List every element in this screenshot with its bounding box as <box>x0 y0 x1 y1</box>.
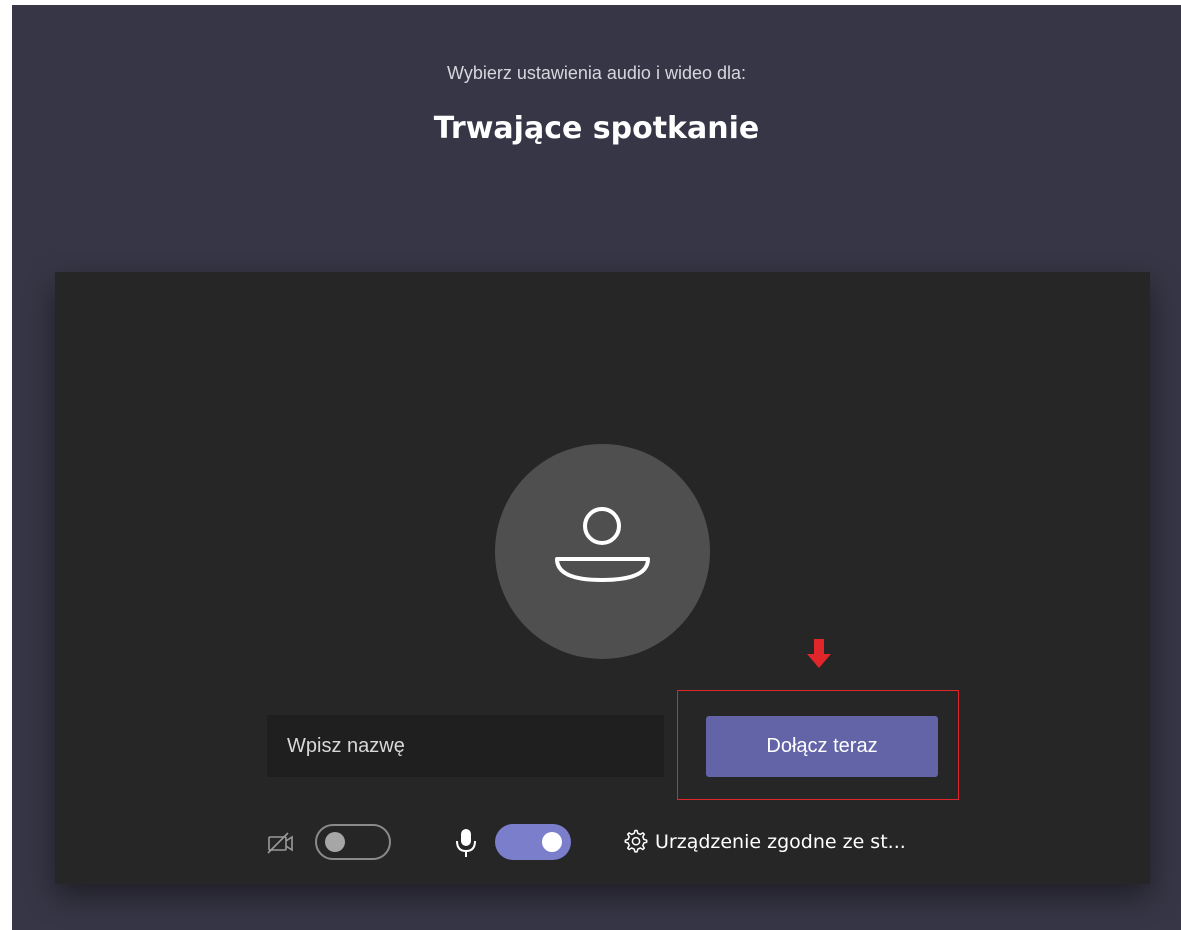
microphone-icon[interactable] <box>455 828 477 858</box>
join-now-button[interactable]: Dołącz teraz <box>706 716 938 777</box>
avatar <box>495 444 710 659</box>
prejoin-subtitle: Wybierz ustawienia audio i wideo dla: <box>447 63 746 83</box>
name-input[interactable] <box>267 715 664 777</box>
gear-icon[interactable] <box>622 828 648 854</box>
microphone-toggle[interactable] <box>495 824 571 860</box>
meeting-title: Trwające spotkanie <box>433 111 760 146</box>
person-icon <box>555 507 650 582</box>
camera-toggle-knob <box>325 832 345 852</box>
device-settings-label[interactable]: Urządzenie zgodne ze st... <box>655 831 906 853</box>
camera-toggle[interactable] <box>315 824 391 860</box>
camera-off-icon[interactable] <box>267 832 297 854</box>
red-down-arrow-icon <box>807 639 831 668</box>
video-preview-panel: Dołącz teraz <box>55 272 1150 884</box>
microphone-toggle-knob <box>542 832 562 852</box>
device-controls-bar: Urządzenie zgodne ze st... <box>55 822 1150 862</box>
meeting-prejoin-screen: Wybierz ustawienia audio i wideo dla: Tr… <box>12 5 1181 930</box>
